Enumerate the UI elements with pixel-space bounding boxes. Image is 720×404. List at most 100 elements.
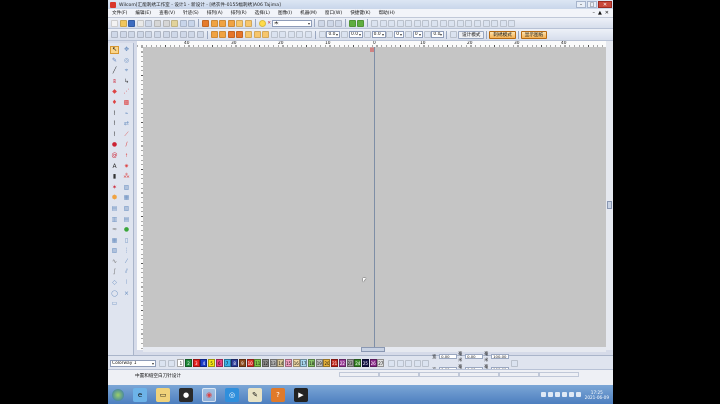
- mirror-h-icon[interactable]: [111, 31, 118, 38]
- paste-icon[interactable]: [171, 19, 179, 27]
- height-icon[interactable]: [386, 31, 394, 38]
- contour-icon[interactable]: ∕: [122, 141, 131, 149]
- cut-icon[interactable]: [153, 19, 161, 27]
- color-swatch-6[interactable]: 6: [215, 359, 223, 367]
- color-swatch-3[interactable]: 3: [192, 359, 200, 367]
- rotate-icon[interactable]: [423, 31, 431, 38]
- color-swatch-16[interactable]: 16: [292, 359, 300, 367]
- knife-icon[interactable]: ╱: [110, 67, 119, 75]
- color-swatch-25[interactable]: 25: [361, 359, 369, 367]
- frame-icon[interactable]: ▭: [110, 300, 119, 308]
- menu-view[interactable]: 查看(V): [155, 10, 179, 16]
- show-grid-icon[interactable]: [413, 19, 421, 27]
- color-swatch-4[interactable]: 4: [200, 359, 208, 367]
- sequence-icon[interactable]: [196, 31, 204, 38]
- unlock-icon[interactable]: [171, 31, 179, 38]
- network-icon[interactable]: [554, 392, 560, 397]
- volume-icon[interactable]: [568, 392, 574, 397]
- show-outline-button[interactable]: 显示图纸: [520, 30, 548, 39]
- group-icon[interactable]: [145, 31, 153, 38]
- qq-penguin-icon[interactable]: ●: [179, 387, 193, 402]
- show-vector-icon[interactable]: [456, 19, 464, 27]
- density-icon[interactable]: [279, 31, 287, 38]
- notepad-icon[interactable]: ✎: [248, 387, 262, 402]
- media-player-icon[interactable]: ▶: [294, 387, 308, 402]
- fabric-icon[interactable]: ▦: [122, 194, 131, 202]
- scale-x-field[interactable]: 0: [394, 31, 405, 38]
- ie-browser-icon[interactable]: e: [133, 387, 147, 402]
- slow-redraw-icon[interactable]: [508, 19, 516, 27]
- freehand-icon[interactable]: ♦: [110, 99, 119, 107]
- color-swatch-23[interactable]: 23: [346, 359, 354, 367]
- doc-close-button[interactable]: ✕: [605, 10, 609, 16]
- menu-machine[interactable]: 机器(M): [296, 10, 321, 16]
- color-wheel-icon[interactable]: [258, 19, 266, 27]
- menu-arrange-r[interactable]: 排列(R): [227, 10, 251, 16]
- menu-file[interactable]: 文件(F): [108, 10, 131, 16]
- color-swatch-17[interactable]: 17: [300, 359, 308, 367]
- menu-image[interactable]: 图像(I): [274, 10, 296, 16]
- color-swatch-7[interactable]: 7: [223, 359, 231, 367]
- browser-icon[interactable]: ◎: [225, 387, 239, 402]
- show-connectors-icon[interactable]: [465, 19, 473, 27]
- doc-minimize-button[interactable]: –: [592, 10, 595, 16]
- vertical-scrollbar[interactable]: [606, 41, 613, 350]
- blend-icon[interactable]: ▤: [110, 205, 119, 213]
- add-color-icon[interactable]: [387, 359, 395, 367]
- gradient-icon[interactable]: ▥: [110, 216, 119, 224]
- notification-icon[interactable]: [575, 392, 581, 397]
- pattern-mode-button[interactable]: 刺绣模式: [489, 30, 516, 39]
- scale-icon[interactable]: [405, 31, 413, 38]
- needle-icon[interactable]: ↳: [122, 78, 131, 86]
- auto-split-icon[interactable]: ∫: [110, 268, 119, 276]
- wave-icon[interactable]: ∿: [110, 258, 119, 266]
- design-canvas[interactable]: ǁǁ: [143, 47, 606, 350]
- color-swatch-5[interactable]: 5: [208, 359, 216, 367]
- travel-icon[interactable]: ⇄: [122, 120, 131, 128]
- input-c-icon[interactable]: ⌇: [110, 131, 119, 139]
- align-left-icon[interactable]: [317, 19, 325, 27]
- color-swatch-21[interactable]: 21: [331, 359, 339, 367]
- input-a-icon[interactable]: ⌇: [110, 110, 119, 118]
- scale-y-field[interactable]: 0: [412, 31, 423, 38]
- spiral-icon[interactable]: @: [110, 152, 119, 160]
- copy-icon[interactable]: [162, 19, 170, 27]
- satin-icon[interactable]: [219, 19, 227, 27]
- zoom-in-icon[interactable]: [370, 19, 378, 27]
- lock-proportion-icon[interactable]: [511, 359, 519, 367]
- color-swatch-22[interactable]: 22: [338, 359, 346, 367]
- tile-icon[interactable]: ▨: [122, 184, 131, 192]
- color-swatch-1[interactable]: 1: [177, 359, 185, 367]
- color-swatch-11[interactable]: 11: [254, 359, 262, 367]
- trim-icon[interactable]: [262, 31, 270, 38]
- stitch-edit-icon[interactable]: ⋰: [122, 88, 131, 96]
- pull-comp-icon[interactable]: [296, 31, 304, 38]
- color-swatch-13[interactable]: 13: [269, 359, 277, 367]
- color-swatch-15[interactable]: 15: [285, 359, 293, 367]
- stipple-icon[interactable]: ⋮: [122, 247, 131, 255]
- dim-icon[interactable]: [363, 31, 371, 38]
- satin-tool-icon[interactable]: ▧: [122, 205, 131, 213]
- color-swatch-10[interactable]: 10: [246, 359, 254, 367]
- pan-icon[interactable]: ✥: [122, 46, 131, 54]
- select-arrow-icon[interactable]: ↖: [110, 46, 119, 54]
- outline-icon[interactable]: [219, 31, 227, 38]
- color-swatch-27[interactable]: 27: [377, 359, 385, 367]
- redo-icon[interactable]: [188, 19, 196, 27]
- zoom-fit-icon[interactable]: [396, 19, 404, 27]
- lock-aspect-icon[interactable]: [318, 31, 326, 38]
- new-file-icon[interactable]: [111, 19, 118, 27]
- close-button[interactable]: ✕: [598, 1, 612, 8]
- scale-width-percent[interactable]: 100.00: [491, 354, 510, 359]
- 3d-view-icon[interactable]: [491, 19, 499, 27]
- branch-icon[interactable]: [357, 19, 365, 27]
- align-right-icon[interactable]: [335, 19, 343, 27]
- clock[interactable]: 17:25 2021-06-09: [585, 390, 609, 400]
- convert-icon[interactable]: [348, 19, 356, 27]
- show-needle-points-icon[interactable]: [474, 19, 482, 27]
- doc-restore-button[interactable]: ▲: [598, 10, 602, 16]
- eyedropper-icon[interactable]: ⌁: [122, 110, 131, 118]
- motif-icon[interactable]: [244, 19, 252, 27]
- hide-icon[interactable]: [179, 31, 187, 38]
- wilcom-taskbar-icon[interactable]: ◉: [202, 387, 216, 402]
